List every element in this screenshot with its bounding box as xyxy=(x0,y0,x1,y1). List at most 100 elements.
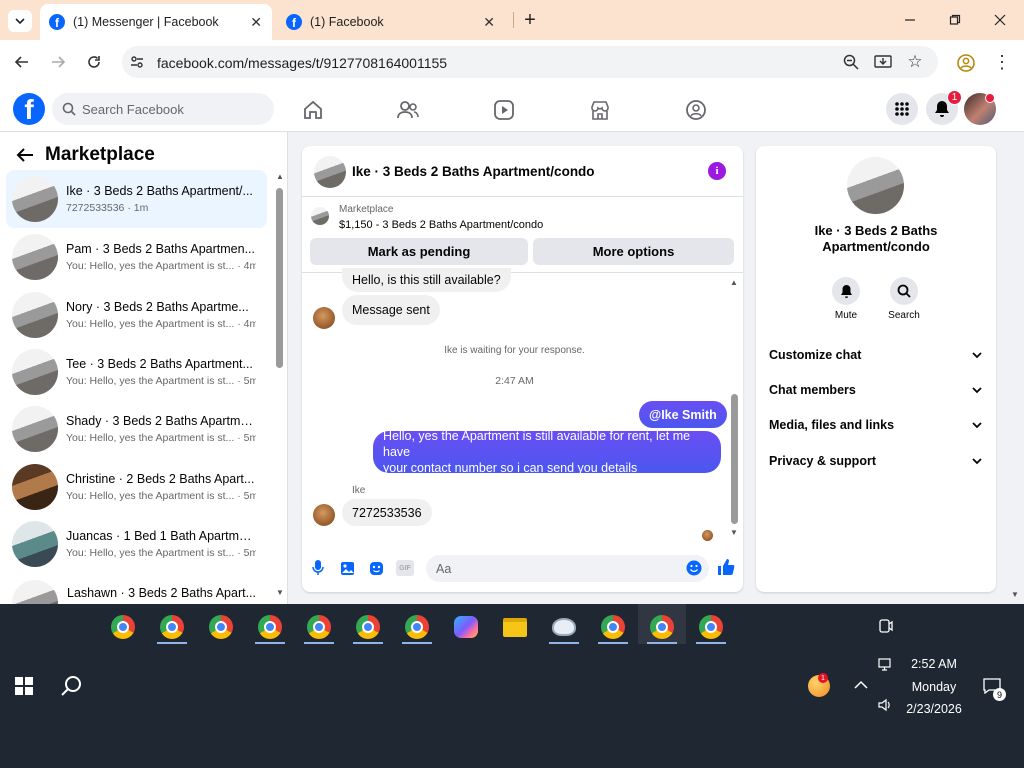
conversation-item[interactable]: Nory · 3 Beds 2 Baths Apartme... You: Hel… xyxy=(6,286,267,344)
search-icon xyxy=(61,676,81,696)
chat-members-row[interactable]: Chat members xyxy=(769,380,984,400)
taskbar-chrome-profile[interactable] xyxy=(353,612,383,642)
browser-menu-button[interactable]: ⋮ xyxy=(993,52,1011,72)
conversation-item[interactable]: Pam · 3 Beds 2 Baths Apartmen... You: Hel… xyxy=(6,228,267,286)
incoming-message[interactable]: Message sent xyxy=(342,295,440,325)
conversation-item[interactable]: Tee · 3 Beds 2 Baths Apartment... You: He… xyxy=(6,343,267,401)
search-conversation-button[interactable] xyxy=(890,277,918,305)
close-icon[interactable]: ✕ xyxy=(250,14,262,31)
outgoing-message[interactable]: Hello, yes the Apartment is still availa… xyxy=(373,429,721,475)
tab-search-chevron[interactable] xyxy=(8,10,32,32)
incoming-message[interactable]: Hello, is this still available? xyxy=(342,268,511,292)
profile-button[interactable] xyxy=(956,53,976,73)
minimize-button[interactable] xyxy=(900,10,920,30)
nav-marketplace[interactable] xyxy=(588,98,612,122)
send-like-button[interactable] xyxy=(716,557,736,577)
message-input[interactable]: Aa xyxy=(426,555,709,582)
mute-button[interactable] xyxy=(832,277,860,305)
clock-date[interactable]: 2/23/2026 xyxy=(898,702,970,716)
taskbar-chrome-profile[interactable] xyxy=(255,612,285,642)
forward-button[interactable] xyxy=(48,52,68,72)
taskbar-chrome-profile[interactable] xyxy=(402,612,432,642)
chat-avatar[interactable] xyxy=(314,156,346,188)
arrow-right-icon xyxy=(52,56,66,68)
taskbar-chrome-profile[interactable] xyxy=(598,612,628,642)
listing-thumbnail xyxy=(12,580,58,604)
taskbar-snipping-tool[interactable] xyxy=(549,612,579,642)
nav-home[interactable] xyxy=(301,98,325,122)
zoom-button[interactable] xyxy=(842,53,860,71)
running-indicator xyxy=(157,642,187,644)
site-info-button[interactable] xyxy=(128,53,146,71)
info-avatar[interactable] xyxy=(847,157,904,214)
nav-groups[interactable] xyxy=(684,98,708,122)
scrollbar-thumb[interactable] xyxy=(731,394,738,524)
mark-as-pending-button[interactable]: Mark as pending xyxy=(310,238,528,265)
reload-button[interactable] xyxy=(84,52,104,72)
nav-video[interactable] xyxy=(492,98,516,122)
listing-thumbnail xyxy=(12,464,58,510)
grid-menu-icon xyxy=(895,102,909,116)
nav-friends[interactable] xyxy=(396,98,420,122)
tab-facebook[interactable]: f (1) Facebook ✕ xyxy=(277,4,509,40)
close-icon[interactable]: ✕ xyxy=(483,14,495,31)
taskbar-chrome-profile[interactable] xyxy=(157,612,187,642)
groups-icon xyxy=(686,100,706,120)
clock-time[interactable]: 2:52 AM xyxy=(898,657,970,671)
taskbar-search-button[interactable] xyxy=(60,674,84,698)
conversation-item[interactable]: Shady · 3 Beds 2 Baths Apartme... You: He… xyxy=(6,400,267,458)
clock-day[interactable]: Monday xyxy=(898,680,970,694)
back-button[interactable] xyxy=(12,52,32,72)
emoji-button[interactable] xyxy=(685,559,703,577)
running-indicator xyxy=(255,642,285,644)
more-options-button[interactable]: More options xyxy=(533,238,734,265)
voice-clip-button[interactable] xyxy=(310,559,326,577)
media-files-links-row[interactable]: Media, files and links xyxy=(769,415,984,435)
customize-chat-row[interactable]: Customize chat xyxy=(769,345,984,365)
scrollbar-thumb[interactable] xyxy=(276,188,283,368)
attach-photo-button[interactable] xyxy=(338,559,356,577)
conversation-list-scrollbar[interactable]: ▲ ▼ xyxy=(274,172,284,602)
taskbar-file-explorer[interactable] xyxy=(500,612,530,642)
menu-button[interactable] xyxy=(886,93,918,125)
listing-detail[interactable]: $1,150 - 3 Beds 2 Baths Apartment/condo xyxy=(339,219,543,231)
taskbar-copilot[interactable] xyxy=(451,612,481,642)
install-app-button[interactable] xyxy=(874,53,892,71)
bookmark-button[interactable]: ☆ xyxy=(906,52,924,71)
gif-button[interactable]: GIF xyxy=(396,560,414,576)
listing-thumbnail xyxy=(12,521,58,567)
close-window-button[interactable] xyxy=(990,10,1010,30)
chat-scrollbar[interactable]: ▲ ▼ xyxy=(729,278,739,540)
back-arrow-button[interactable] xyxy=(14,145,36,165)
tab-messenger[interactable]: f (1) Messenger | Facebook ✕ xyxy=(40,4,272,40)
page-scroll-down-icon[interactable]: ▼ xyxy=(1011,590,1019,599)
conversation-item[interactable]: Christine · 2 Beds 2 Baths Apart... You: … xyxy=(6,458,267,516)
restore-button[interactable] xyxy=(945,10,965,30)
show-hidden-icons-button[interactable] xyxy=(852,676,870,694)
new-tab-button[interactable]: + xyxy=(520,9,540,31)
taskbar-chrome-profile[interactable] xyxy=(304,612,334,642)
start-button[interactable] xyxy=(12,674,36,698)
volume-icon[interactable] xyxy=(877,696,895,714)
network-icon[interactable] xyxy=(877,656,895,674)
incoming-message[interactable]: 7272533536 xyxy=(342,499,432,526)
taskbar-chrome-profile[interactable] xyxy=(696,612,726,642)
privacy-support-row[interactable]: Privacy & support xyxy=(769,451,984,471)
conversation-item[interactable]: Lashawn · 3 Beds 2 Baths Apart... xyxy=(6,573,267,604)
conversation-item[interactable]: Juancas · 1 Bed 1 Bath Apartme... You: He… xyxy=(6,515,267,573)
home-icon xyxy=(304,100,322,119)
taskbar-chrome-active[interactable] xyxy=(647,612,677,642)
facebook-logo[interactable]: f xyxy=(13,93,45,125)
task-view-button[interactable] xyxy=(876,616,896,636)
conversation-item[interactable]: Ike · 3 Beds 2 Baths Apartment/... 727253… xyxy=(6,170,267,228)
sticker-button[interactable] xyxy=(367,559,385,577)
conversation-title: Christine · 2 Beds 2 Baths Apart... xyxy=(66,472,255,486)
conversation-info-button[interactable]: i xyxy=(708,162,726,180)
copilot-icon xyxy=(454,616,478,638)
outgoing-mention[interactable]: @Ike Smith xyxy=(639,401,727,428)
taskbar-chrome-profile[interactable] xyxy=(206,612,236,642)
chat-title[interactable]: Ike · 3 Beds 2 Baths Apartment/condo xyxy=(352,164,595,179)
search-facebook-input[interactable]: Search Facebook xyxy=(52,93,274,125)
running-indicator xyxy=(598,642,628,644)
taskbar-chrome[interactable] xyxy=(108,612,138,642)
